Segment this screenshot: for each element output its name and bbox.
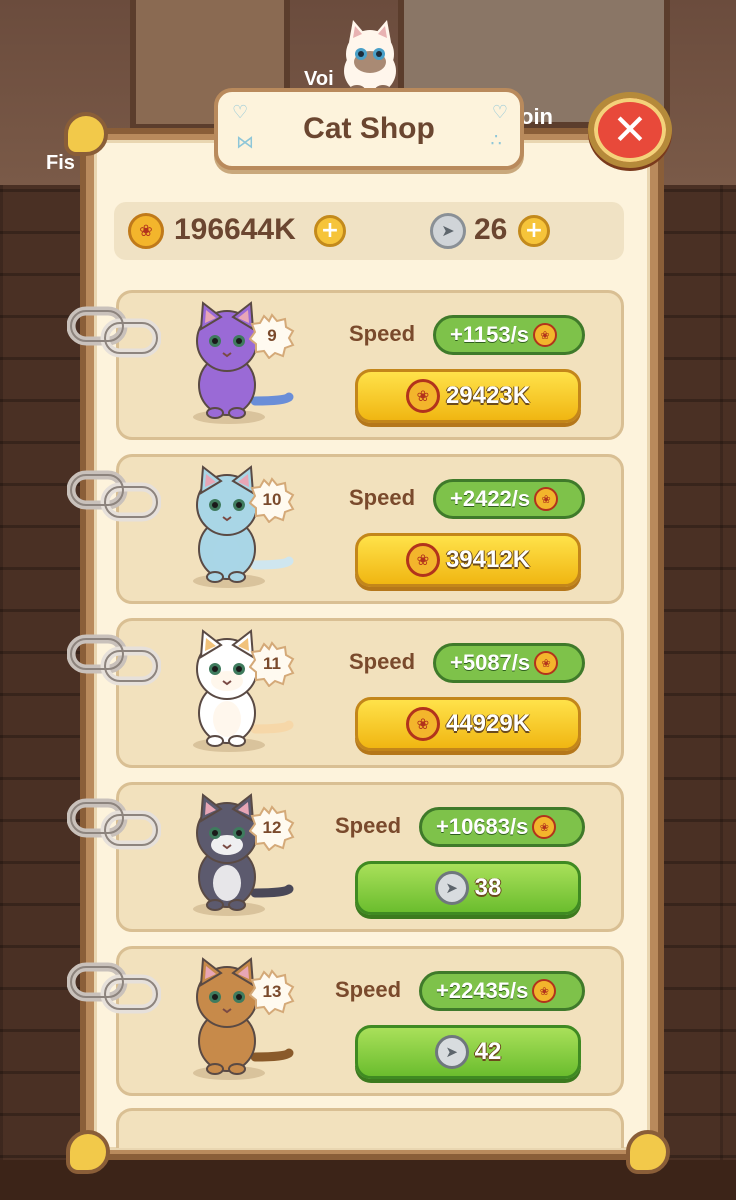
level-number: 11 <box>263 654 281 673</box>
page-title: Cat Shop <box>303 112 435 145</box>
speed-value: +2422/s <box>450 486 531 511</box>
currency-bar: ❀ 196644K + ➤ 26 + <box>114 202 624 260</box>
buy-with-paw-coins-button[interactable]: ❀ 44929K <box>355 697 581 751</box>
level-number: 12 <box>262 818 282 837</box>
heart-doodle-icon: ♡ <box>232 102 249 123</box>
corner-ornament-bottom-left <box>66 1130 110 1174</box>
speed-label: Speed <box>349 649 416 674</box>
fish-coin-icon: ➤ <box>434 871 469 905</box>
price-label: 29423K <box>445 382 531 409</box>
paw-coin-icon: ❀ <box>405 707 440 741</box>
list-item-partial <box>116 1108 624 1148</box>
paw-doodle-icon: ∴ <box>490 130 502 151</box>
price-label: 44929K <box>445 710 531 737</box>
speed-pill: +10683/s ❀ <box>419 807 585 847</box>
paw-coin-icon: ❀ <box>405 379 440 413</box>
level-badge: 12 <box>249 805 295 851</box>
cat-row: 12 Speed +10683/s ❀ ➤ 38 <box>66 782 624 932</box>
chain-link-icon <box>66 959 162 1017</box>
fish-coin-icon: ➤ <box>430 213 466 249</box>
add-paw-coins-button[interactable]: + <box>314 215 346 247</box>
speed-value: +10683/s <box>436 814 529 839</box>
background-label-join: oin <box>520 104 553 129</box>
speed-label: Speed <box>335 977 402 1002</box>
chain-link-icon <box>66 795 162 853</box>
chain-link-icon <box>66 467 162 525</box>
buy-with-paw-coins-button[interactable]: ❀ 29423K <box>355 369 581 423</box>
level-badge: 13 <box>249 969 295 1015</box>
speed-pill: +1153/s ❀ <box>433 315 585 355</box>
level-badge: 9 <box>249 313 295 359</box>
paw-coin-icon: ❀ <box>534 487 559 511</box>
paw-coin-icon: ❀ <box>532 323 557 347</box>
background-label-left: Fis <box>46 152 75 174</box>
heart-doodle-icon: ♡ <box>491 102 508 123</box>
paw-coin-balance: 196644K <box>174 213 296 246</box>
close-button[interactable]: ✕ <box>588 92 672 168</box>
background-bottom <box>0 1160 736 1200</box>
buy-with-fish-coins-button[interactable]: ➤ 38 <box>355 861 581 915</box>
buy-with-paw-coins-button[interactable]: ❀ 39412K <box>355 533 581 587</box>
cat-row: 11 Speed +5087/s ❀ ❀ 44929K <box>66 618 624 768</box>
paw-coin-icon: ❀ <box>405 543 440 577</box>
cat-row: 10 Speed +2422/s ❀ ❀ 39412K <box>66 454 624 604</box>
speed-pill: +22435/s ❀ <box>419 971 585 1011</box>
title-plate: ♡ ⋈ ♡ ∴ Cat Shop <box>214 88 524 170</box>
cat-row: 13 Speed +22435/s ❀ ➤ 42 <box>66 946 624 1096</box>
speed-value: +22435/s <box>436 978 529 1003</box>
mascot-cat-icon <box>344 20 396 95</box>
chain-link-icon <box>66 303 162 361</box>
level-badge: 10 <box>249 477 295 523</box>
speed-value: +5087/s <box>450 650 531 675</box>
price-label: 38 <box>474 874 502 901</box>
corner-ornament-top-left <box>64 112 108 156</box>
buy-with-fish-coins-button[interactable]: ➤ 42 <box>355 1025 581 1079</box>
speed-pill: +2422/s ❀ <box>433 479 585 519</box>
level-number: 10 <box>262 490 282 509</box>
speed-label: Speed <box>349 321 416 346</box>
speed-pill: +5087/s ❀ <box>433 643 585 683</box>
cat-row: 9 Speed +1153/s ❀ ❀ 29423K <box>66 290 624 440</box>
price-label: 39412K <box>445 546 531 573</box>
speed-label: Speed <box>335 813 402 838</box>
level-badge: 11 <box>249 641 295 687</box>
chain-link-icon <box>66 631 162 689</box>
paw-coin-icon: ❀ <box>534 651 559 675</box>
paw-coin-icon: ❀ <box>128 213 164 249</box>
corner-ornament-bottom-right <box>626 1130 670 1174</box>
fish-coin-balance: 26 <box>474 213 508 246</box>
level-number: 13 <box>262 982 282 1001</box>
paw-coin-icon: ❀ <box>532 979 557 1003</box>
speed-value: +1153/s <box>450 322 529 347</box>
paw-coin-icon: ❀ <box>532 815 557 839</box>
price-label: 42 <box>474 1038 502 1065</box>
fish-coin-icon: ➤ <box>434 1035 469 1069</box>
close-icon: ✕ <box>612 105 648 154</box>
fishbone-doodle-icon: ⋈ <box>236 132 254 153</box>
level-number: 9 <box>267 326 277 345</box>
speed-label: Speed <box>349 485 416 510</box>
add-fish-coins-button[interactable]: + <box>518 215 550 247</box>
